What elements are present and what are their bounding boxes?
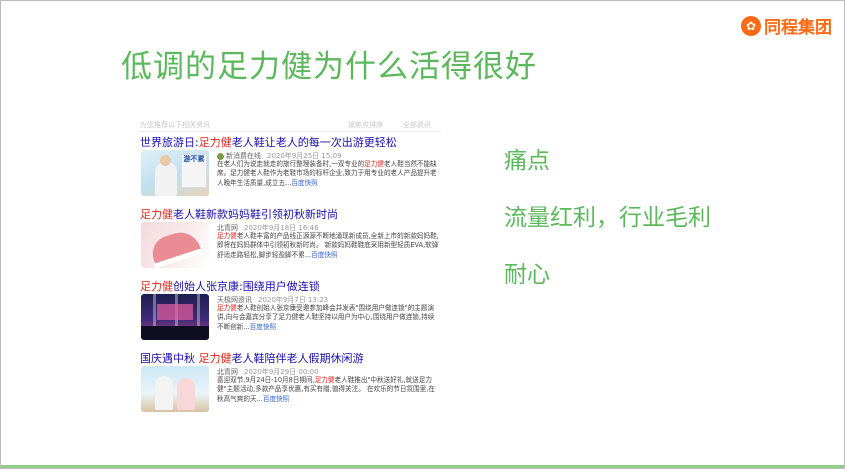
news-title-highlight: 足力健 — [198, 352, 232, 365]
news-item[interactable]: 足力健创始人张京康:围绕用户做连锁 天极网资讯 2020年9月7日 13:23 足… — [138, 276, 442, 348]
news-item[interactable]: 足力健老人鞋新款妈妈鞋引领初秋新时尚 北青网 2020年9月18日 16:46 足… — [138, 204, 442, 276]
news-item-title[interactable]: 世界旅游日:足力健老人鞋让老人的每一次出游更轻松 — [140, 134, 397, 150]
news-source: 天极网资讯 — [217, 296, 252, 304]
news-title-suffix: 老人鞋陪伴老人假期休闲游 — [231, 352, 364, 365]
news-title-suffix: 老人鞋新款妈妈鞋引领初秋新时尚 — [173, 208, 338, 221]
desc-highlight: 足力健 — [217, 232, 237, 240]
key-points: 痛点 流量红利，行业毛利 耐心 — [504, 141, 711, 312]
news-crop-header: 为您推荐以下相关资讯 按焦点排序 全部资讯 — [138, 119, 442, 132]
bottom-divider — [1, 465, 844, 468]
news-item-title[interactable]: 足力健创始人张京康:围绕用户做连锁 — [140, 278, 320, 294]
news-date: 2020年9月29日 00:00 — [244, 368, 319, 376]
news-title-suffix: 创始人张京康:围绕用户做连锁 — [173, 280, 320, 293]
tongcheng-logo-icon: ✿ — [741, 15, 761, 36]
desc-highlight: 足力健 — [217, 304, 237, 312]
news-desc: 在老人们为说走就走的旅行整理装备时,一双专业的足力健老人鞋当然不能缺席。足力健老… — [217, 160, 439, 188]
cache-link[interactable]: 百度快照 — [291, 179, 317, 187]
point-traffic-margin: 流量红利，行业毛利 — [504, 205, 711, 231]
news-item[interactable]: 世界旅游日:足力健老人鞋让老人的每一次出游更轻松 游不累 新消费在线 2020年9… — [138, 132, 442, 204]
desc-prefix: 喜迎双节,9月24日-10月8日期间, — [217, 376, 315, 384]
news-title-highlight: 足力健 — [198, 136, 232, 149]
news-desc: 足力健老人鞋创始人张京康受邀参加峰会并发表"围绕用户做连锁"的主题演讲,向与会嘉… — [217, 304, 439, 332]
desc-prefix: 在老人们为说走就走的旅行整理装备时,一双专业的 — [217, 160, 365, 168]
source-icon — [217, 152, 224, 160]
news-date: 2020年9月18日 16:46 — [244, 224, 319, 232]
news-title-highlight: 足力健 — [140, 280, 173, 293]
desc-highlight: 足力健 — [364, 160, 384, 168]
thumb-figure — [155, 162, 177, 196]
cache-link[interactable]: 百度快照 — [250, 323, 276, 331]
news-crop-filter: 全部资讯 — [403, 121, 431, 129]
news-desc: 足力健老人鞋丰富的产品线正源源不断地涌现新成员,全新上市的新款妈妈鞋,即将在妈妈… — [217, 232, 439, 260]
desc-highlight: 足力健 — [314, 376, 335, 384]
news-thumbnail[interactable] — [141, 222, 209, 268]
point-pain: 痛点 — [504, 148, 550, 174]
brand-logo-text: 同程集团 — [764, 18, 832, 38]
news-thumbnail[interactable]: 游不累 — [141, 150, 209, 196]
news-desc: 喜迎双节,9月24日-10月8日期间,足力健老人鞋推出"中秋送好礼,就送足力健"… — [217, 376, 439, 404]
news-source: 新消费在线 — [226, 152, 261, 160]
brand-logo: ✿ 同程集团 — [741, 13, 832, 38]
news-screenshot: 为您推荐以下相关资讯 按焦点排序 全部资讯 世界旅游日:足力健老人鞋让老人的每一… — [138, 119, 442, 423]
cache-link[interactable]: 百度快照 — [311, 251, 337, 259]
thumb-figure — [177, 378, 195, 410]
news-title-prefix: 世界旅游日: — [140, 136, 199, 149]
point-patience: 耐心 — [504, 262, 550, 288]
news-thumbnail[interactable] — [141, 366, 209, 412]
slide: 低调的足力健为什么活得很好 ✿ 同程集团 为您推荐以下相关资讯 按焦点排序 全部… — [0, 0, 845, 469]
thumb-figure — [155, 376, 173, 410]
cache-link[interactable]: 百度快照 — [263, 395, 289, 403]
news-title-prefix: 国庆遇中秋 — [140, 352, 199, 365]
news-title-highlight: 足力健 — [140, 208, 173, 221]
news-item[interactable]: 国庆遇中秋 足力健老人鞋陪伴老人假期休闲游 北青网 2020年9月29日 00:0… — [138, 348, 442, 420]
news-thumbnail[interactable] — [141, 294, 209, 340]
thumb-crowd — [141, 326, 209, 340]
thumb-stage-screen — [157, 304, 193, 320]
news-source: 北青网 — [217, 368, 238, 376]
news-crop-left: 为您推荐以下相关资讯 — [140, 121, 210, 129]
news-item-title[interactable]: 足力健老人鞋新款妈妈鞋引领初秋新时尚 — [140, 206, 338, 222]
news-source: 北青网 — [217, 224, 238, 232]
news-item-title[interactable]: 国庆遇中秋 足力健老人鞋陪伴老人假期休闲游 — [140, 350, 364, 366]
news-title-suffix: 老人鞋让老人的每一次出游更轻松 — [231, 136, 397, 149]
news-date: 2020年9月25日 15:09 — [267, 152, 342, 160]
slide-title: 低调的足力健为什么活得很好 — [121, 49, 537, 85]
news-crop-sort: 按焦点排序 — [348, 121, 383, 129]
news-date: 2020年9月7日 13:23 — [258, 296, 329, 304]
thumb-badge-text: 游不累 — [181, 154, 207, 188]
thumb-head — [160, 155, 171, 166]
